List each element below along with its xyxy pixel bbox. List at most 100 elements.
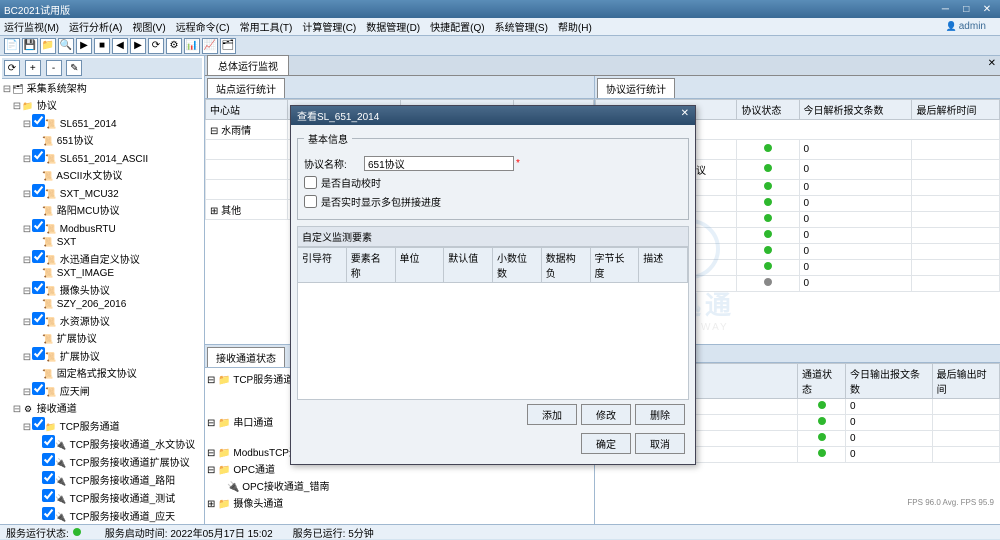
tree-node[interactable]: ⊟📜 水迅通自定义协议 (2, 249, 202, 267)
toolbar-button[interactable]: 📈 (202, 38, 218, 54)
titlebar: BC2021试用版 ─ □ ✕ (0, 0, 1000, 18)
basic-info-fieldset: 基本信息 协议名称: * 是否自动校时 是否实时显示多包拼接进度 (297, 131, 689, 220)
tree-node[interactable]: 🔌 TCP服务接收通道_应天 (2, 506, 202, 524)
content-tabs: 总体运行监视 ✕ (205, 56, 1000, 76)
toolbar-button[interactable]: ⟳ (148, 38, 164, 54)
tree-tool-icon[interactable]: ✎ (66, 60, 82, 76)
user-label[interactable]: admin (946, 21, 986, 32)
status-dot-icon (818, 433, 826, 441)
recv-channel-tab[interactable]: 接收通道状态 (207, 347, 285, 367)
toolbar-button[interactable]: ◀ (112, 38, 128, 54)
menu-item[interactable]: 常用工具(T) (240, 19, 293, 34)
show-progress-checkbox[interactable] (304, 195, 317, 208)
protocol-stats-tab[interactable]: 协议运行统计 (597, 78, 675, 98)
toolbar-button[interactable]: 🗂 (220, 38, 236, 54)
tree-node[interactable]: ⊟📁 TCP服务通道 (2, 416, 202, 434)
status-dot-icon (764, 278, 772, 286)
statusbar: 服务运行状态: 服务启动时间: 2022年05月17日 15:02 服务已运行:… (0, 524, 1000, 539)
tree-node[interactable]: ⊟📜 应天闸 (2, 381, 202, 399)
tree-node[interactable]: ⊟🗂 采集系统架构 (2, 79, 202, 96)
menu-item[interactable]: 数据管理(D) (366, 19, 420, 34)
status-dot-icon (764, 262, 772, 270)
auto-time-checkbox[interactable] (304, 176, 317, 189)
ok-button[interactable]: 确定 (581, 433, 631, 454)
tree-node[interactable]: ⊟📜 扩展协议 (2, 346, 202, 364)
menu-item[interactable]: 帮助(H) (558, 19, 592, 34)
tree-node[interactable]: 🔌 TCP服务接收通道扩展协议 (2, 452, 202, 470)
maximize-button[interactable]: □ (957, 4, 975, 15)
tree-node[interactable]: ⊟📜 摄像头协议 (2, 280, 202, 298)
tree-node[interactable]: 📜 ASCII水文协议 (2, 166, 202, 183)
status-dot-icon (764, 182, 772, 190)
close-button[interactable]: ✕ (978, 4, 996, 15)
dialog-title-text: 查看SL_651_2014 (297, 108, 379, 123)
tree-node[interactable]: 📜 SXT_IMAGE (2, 267, 202, 280)
status-uptime: 服务已运行: 5分钟 (293, 525, 374, 540)
tab-close-icon[interactable]: ✕ (988, 58, 996, 69)
toolbar-button[interactable]: 💾 (22, 38, 38, 54)
tree-node[interactable]: 🔌 TCP服务接收通道_路阳 (2, 470, 202, 488)
tree-node[interactable]: 📜 路阳MCU协议 (2, 201, 202, 218)
tree-node[interactable]: 📜 固定格式报文协议 (2, 364, 202, 381)
tree-node[interactable]: ⊟📜 ModbusRTU (2, 218, 202, 236)
status-dot-icon (764, 198, 772, 206)
status-dot-icon (764, 230, 772, 238)
status-dot-icon (764, 246, 772, 254)
add-button[interactable]: 添加 (527, 404, 577, 425)
tree-node[interactable]: 📜 SXT (2, 236, 202, 249)
toolbar-button[interactable]: ▶ (76, 38, 92, 54)
fps-text: FPS 96.0 Avg. FPS 95.9 (907, 498, 994, 507)
tree-node[interactable]: 📜 651协议 (2, 131, 202, 148)
menu-item[interactable]: 系统管理(S) (495, 19, 548, 34)
tree-node[interactable]: ⊟📜 SL651_2014_ASCII (2, 148, 202, 166)
window-buttons: ─ □ ✕ (936, 4, 996, 15)
tree-tool-icon[interactable]: - (46, 60, 62, 76)
tab-overview[interactable]: 总体运行监视 (207, 55, 289, 75)
tree-node[interactable]: 📜 SZY_206_2016 (2, 298, 202, 311)
dialog-titlebar[interactable]: 查看SL_651_2014 ✕ (291, 106, 695, 125)
tree-node[interactable]: ⊟📁 协议 (2, 96, 202, 113)
custom-elements-grid[interactable]: 引导符 要素名称 单位 默认值 小数位数 数据构负 字节长度 描述 (297, 247, 689, 400)
status-label: 服务运行状态: (6, 525, 69, 540)
toolbar-button[interactable]: 🔍 (58, 38, 74, 54)
protocol-name-input[interactable] (364, 156, 514, 171)
custom-elements-header: 自定义监测要素 (297, 226, 689, 247)
delete-button[interactable]: 删除 (635, 404, 685, 425)
minimize-button[interactable]: ─ (936, 4, 954, 15)
toolbar-button[interactable]: 📄 (4, 38, 20, 54)
tree-node[interactable]: 🔌 TCP服务接收通道_测试 (2, 488, 202, 506)
dialog-close-icon[interactable]: ✕ (681, 108, 689, 123)
menubar: 运行监视(M) 运行分析(A) 视图(V) 远程命令(C) 常用工具(T) 计算… (0, 18, 1000, 36)
menu-item[interactable]: 快捷配置(Q) (430, 19, 484, 34)
tree-node[interactable]: ⊟⚙ 接收通道 (2, 399, 202, 416)
toolbar-button[interactable]: ■ (94, 38, 110, 54)
menu-item[interactable]: 远程命令(C) (176, 19, 230, 34)
tree-node[interactable]: ⊟📜 水资源协议 (2, 311, 202, 329)
status-dot-icon (764, 214, 772, 222)
station-stats-tab[interactable]: 站点运行统计 (207, 78, 285, 98)
app-title: BC2021试用版 (4, 2, 936, 17)
toolbar-button[interactable]: 📊 (184, 38, 200, 54)
tree-node[interactable]: 🔌 TCP服务接收通道_水文协议 (2, 434, 202, 452)
tree-tool-icon[interactable]: ⟳ (4, 60, 20, 76)
tree-node[interactable]: 📜 扩展协议 (2, 329, 202, 346)
toolbar-button[interactable]: 📁 (40, 38, 56, 54)
protocol-dialog: 查看SL_651_2014 ✕ 基本信息 协议名称: * 是否自动校时 是否实时… (290, 105, 696, 465)
name-label: 协议名称: (304, 156, 364, 171)
tree-node[interactable]: ⊟📜 SL651_2014 (2, 113, 202, 131)
toolbar: 📄 💾 📁 🔍 ▶ ■ ◀ ▶ ⟳ ⚙ 📊 📈 🗂 (0, 36, 1000, 56)
menu-item[interactable]: 运行监视(M) (4, 19, 59, 34)
toolbar-button[interactable]: ▶ (130, 38, 146, 54)
modify-button[interactable]: 修改 (581, 404, 631, 425)
tree-tool-icon[interactable]: + (25, 60, 41, 76)
tree-node[interactable]: ⊟📜 SXT_MCU32 (2, 183, 202, 201)
status-dot-icon (818, 417, 826, 425)
status-dot-icon (73, 528, 81, 536)
cancel-button[interactable]: 取消 (635, 433, 685, 454)
sidebar-tree[interactable]: ⟳ + - ✎ ⊟🗂 采集系统架构⊟📁 协议⊟📜 SL651_2014📜 651… (0, 56, 205, 524)
status-dot-icon (764, 144, 772, 152)
toolbar-button[interactable]: ⚙ (166, 38, 182, 54)
menu-item[interactable]: 视图(V) (132, 19, 165, 34)
menu-item[interactable]: 计算管理(C) (302, 19, 356, 34)
menu-item[interactable]: 运行分析(A) (69, 19, 122, 34)
